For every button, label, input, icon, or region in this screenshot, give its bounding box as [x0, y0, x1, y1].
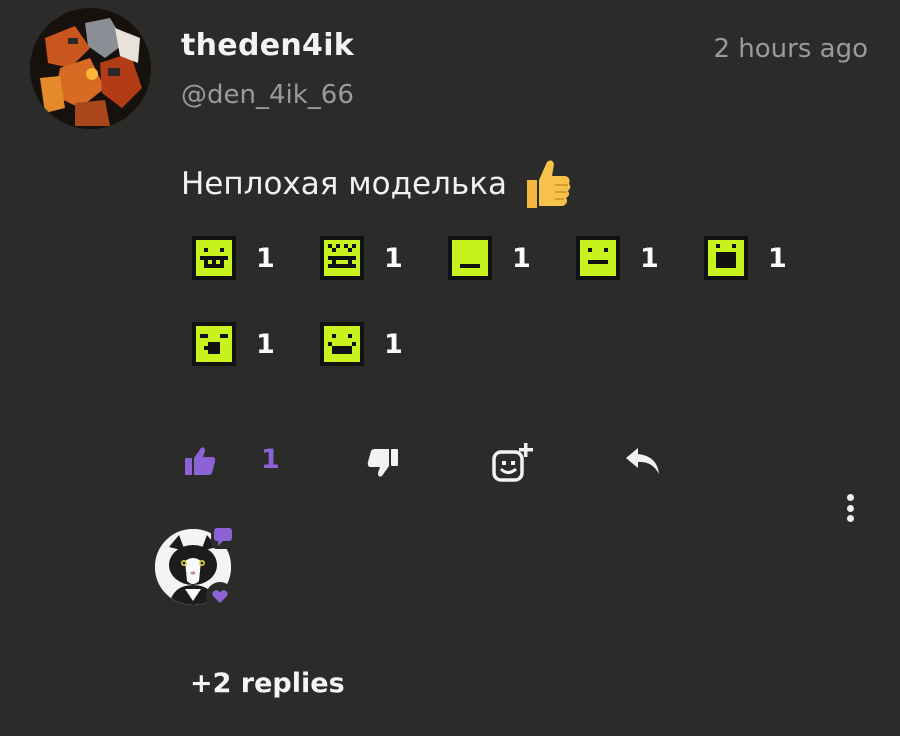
- neutral-face-icon: [448, 236, 492, 280]
- reaction-count: 1: [512, 242, 531, 274]
- author-avatar[interactable]: [30, 8, 151, 129]
- comment-body: Неплохая моделька: [181, 156, 573, 212]
- reaction-count: 1: [384, 242, 403, 274]
- reply-arrow-icon[interactable]: [624, 446, 662, 476]
- author-avatar-image: [30, 8, 151, 129]
- reaction-count: 1: [256, 328, 275, 360]
- reaction-count: 1: [640, 242, 659, 274]
- kebab-menu-icon[interactable]: [840, 492, 860, 528]
- grin-face-icon: [192, 236, 236, 280]
- thumbs-up-icon[interactable]: [184, 446, 216, 476]
- surprised-face-icon: [704, 236, 748, 280]
- reaction-chip[interactable]: 1: [192, 322, 275, 366]
- thumbs-down-icon[interactable]: [367, 448, 399, 478]
- reaction-chip[interactable]: 1: [320, 322, 403, 366]
- reaction-count: 1: [256, 242, 275, 274]
- view-replies-link[interactable]: +2 replies: [190, 668, 345, 699]
- reaction-chip[interactable]: 1: [704, 236, 787, 280]
- reaction-chip[interactable]: 1: [320, 236, 403, 280]
- reaction-chip[interactable]: 1: [448, 236, 531, 280]
- heart-icon: [212, 590, 228, 603]
- reaction-chip[interactable]: 1: [576, 236, 659, 280]
- smile-face-icon: [320, 322, 364, 366]
- thumbs-up-emoji-icon: [526, 160, 571, 208]
- shocked-face-icon: [192, 322, 236, 366]
- author-username[interactable]: theden4ik: [181, 28, 354, 63]
- chat-bubble-icon: [211, 525, 235, 549]
- reaction-count: 1: [384, 328, 403, 360]
- comment-text: Неплохая моделька: [181, 166, 507, 202]
- like-count: 1: [261, 444, 280, 475]
- post-timestamp: 2 hours ago: [713, 34, 868, 64]
- flat-face-icon: [576, 236, 620, 280]
- reaction-count: 1: [768, 242, 787, 274]
- add-reaction-icon[interactable]: [491, 442, 535, 484]
- reply-preview[interactable]: [152, 525, 242, 616]
- author-handle: @den_4ik_66: [181, 80, 354, 110]
- squint-face-icon: [320, 236, 364, 280]
- reaction-chip[interactable]: 1: [192, 236, 275, 280]
- heart-badge: [206, 582, 234, 610]
